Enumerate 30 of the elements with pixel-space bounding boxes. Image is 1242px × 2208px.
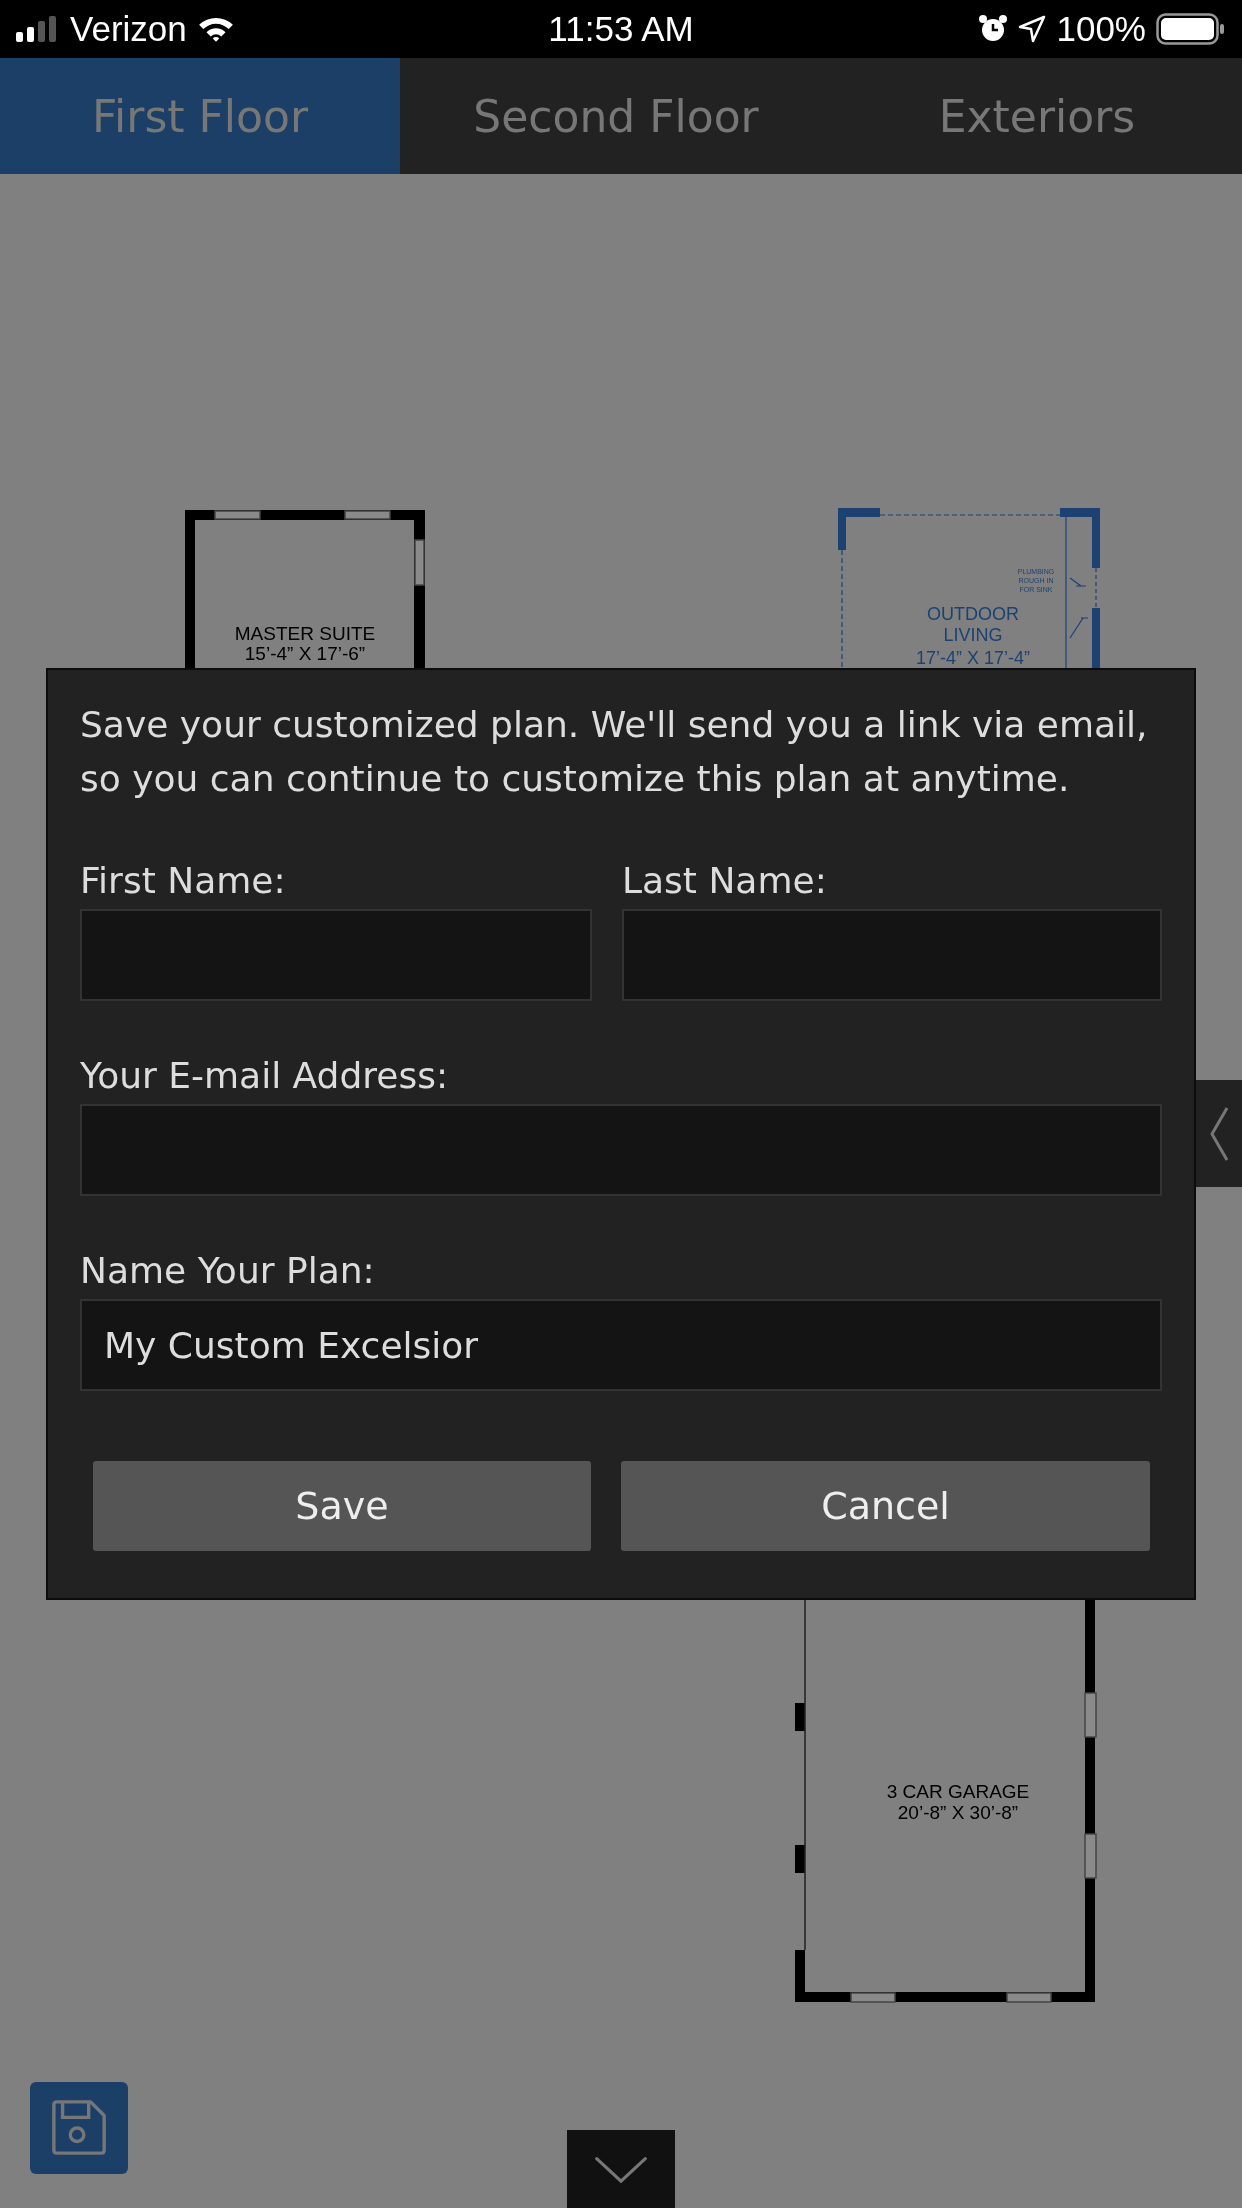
expand-toggle[interactable] — [567, 2130, 675, 2208]
clock-time: 11:53 AM — [548, 9, 694, 49]
field-label: Last Name: — [622, 859, 828, 903]
field-label: Your E-mail Address: — [80, 1054, 450, 1098]
carrier-name: Verizon — [70, 9, 187, 49]
input-field[interactable] — [80, 1104, 1162, 1196]
battery-percent: 100% — [1056, 9, 1146, 49]
save-icon-button[interactable] — [30, 2082, 128, 2174]
room-name: 3 CAR GARAGE — [886, 1781, 1030, 1802]
alarm-clock-icon — [978, 14, 1009, 44]
location-arrow-icon — [1018, 15, 1047, 43]
save-button[interactable]: Save — [93, 1461, 591, 1551]
chevron-down-icon — [594, 2155, 648, 2183]
room-size: 20’-8” X 30’-8” — [897, 1802, 1019, 1823]
wifi-icon — [196, 15, 235, 43]
dialog-message: Save your customized plan. We'll send you a link via email, so you can continue to customize this plan at anytime. — [80, 703, 1149, 801]
room-size: 15’-4” X 17’-6” — [244, 643, 366, 664]
cancel-button[interactable]: Cancel — [621, 1461, 1150, 1551]
floor-tab[interactable]: Exteriors — [832, 58, 1242, 174]
input-field[interactable] — [80, 909, 592, 1001]
field-label: First Name: — [80, 859, 287, 903]
room-size: 17’-4” X 17’-4” — [916, 648, 1030, 668]
floor-tab[interactable]: Second Floor — [400, 58, 832, 174]
room-name: MASTER SUITE — [234, 623, 376, 644]
side-panel-toggle[interactable] — [1196, 1080, 1242, 1187]
room-name: OUTDOOR LIVING — [927, 604, 1019, 645]
input-field[interactable] — [622, 909, 1162, 1001]
battery-icon — [1156, 13, 1226, 45]
input-field[interactable]: My Custom Excelsior — [80, 1299, 1162, 1391]
field-label: Name Your Plan: — [80, 1249, 376, 1293]
